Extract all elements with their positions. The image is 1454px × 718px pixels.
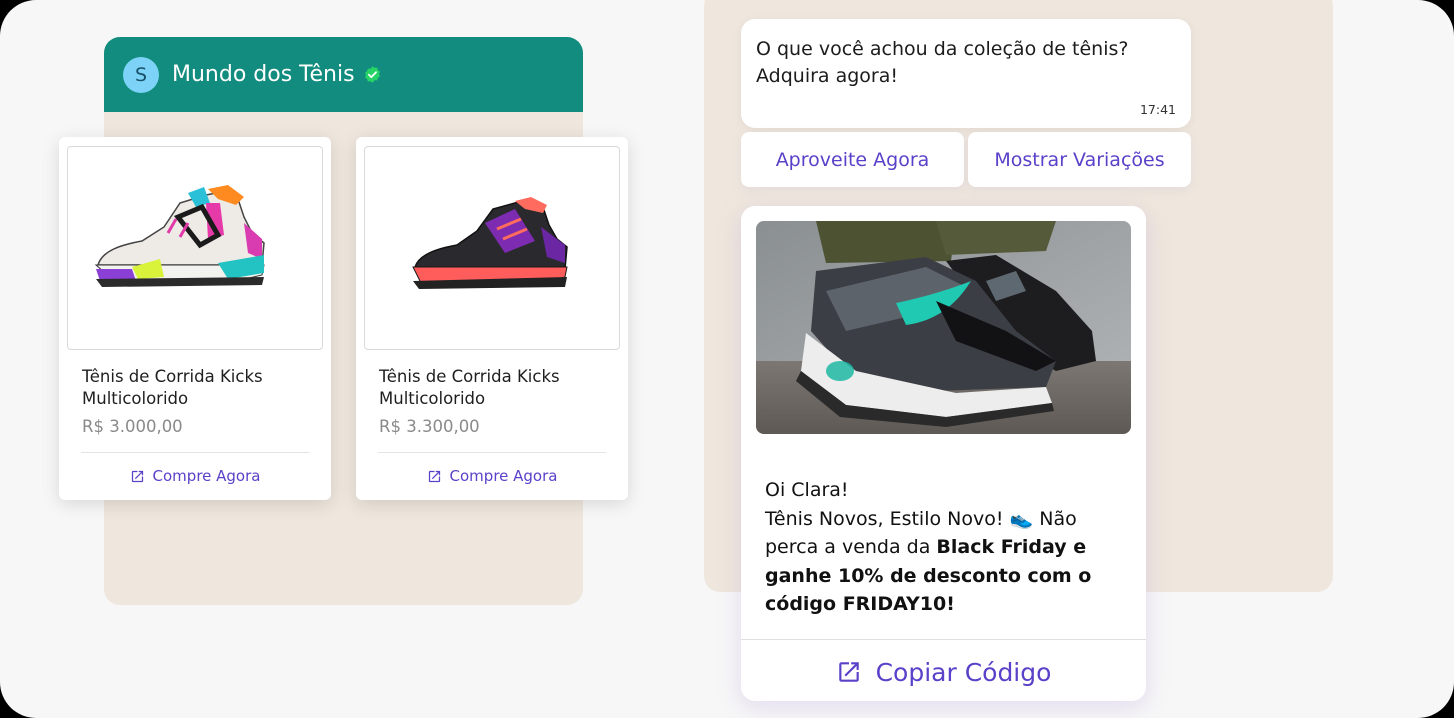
chat-title: Mundo dos Tênis [172, 62, 355, 87]
divider [741, 639, 1146, 640]
external-link-icon [838, 662, 859, 682]
buy-now-button[interactable]: Compre Agora [356, 465, 628, 487]
external-link-icon [428, 470, 440, 482]
external-link-icon [131, 470, 143, 482]
product-card[interactable]: Tênis de Corrida Kicks Multicolorido R$ … [356, 137, 628, 500]
quick-reply-button[interactable]: Mostrar Variações [968, 132, 1191, 187]
avatar[interactable]: S [123, 56, 159, 93]
message-bubble: O que você achou da coleção de tênis? Ad… [741, 19, 1191, 128]
sneaker-image [94, 185, 265, 287]
sneaker-photo [756, 221, 1131, 434]
chat-header: S Mundo dos Tênis [104, 37, 583, 112]
divider [81, 452, 309, 453]
buy-now-label: Compre Agora [152, 467, 261, 485]
promo-image[interactable] [756, 221, 1131, 434]
app-frame: S Mundo dos Tênis Tênis de Corrida Kicks… [0, 0, 1454, 718]
product-name: Tênis de Corrida Kicks Multicolorido [379, 367, 560, 408]
product-card[interactable]: Tênis de Corrida Kicks Multicolorido R$ … [59, 137, 331, 500]
copy-code-button[interactable]: Copiar Código [741, 652, 1146, 692]
shoe-emoji-icon: 👟 [1009, 507, 1034, 530]
promo-card: Oi Clara! Tênis Novos, Estilo Novo! 👟 Nã… [741, 206, 1146, 701]
product-price: R$ 3.000,00 [82, 417, 183, 436]
sneaker-image [412, 197, 568, 289]
product-image[interactable] [364, 146, 620, 350]
promo-line: Tênis Novos, Estilo Novo! [765, 507, 1010, 530]
divider [378, 452, 606, 453]
promo-message: Oi Clara! Tênis Novos, Estilo Novo! 👟 Nã… [765, 476, 1110, 619]
message-time: 17:41 [1139, 102, 1176, 117]
verified-check-icon [364, 66, 380, 83]
product-name: Tênis de Corrida Kicks Multicolorido [82, 367, 263, 408]
product-image[interactable] [67, 146, 323, 350]
buy-now-button[interactable]: Compre Agora [59, 465, 331, 487]
message-text: O que você achou da coleção de tênis? Ad… [756, 38, 1129, 87]
quick-reply-button[interactable]: Aproveite Agora [741, 132, 964, 187]
product-price: R$ 3.300,00 [379, 417, 480, 436]
buy-now-label: Compre Agora [449, 467, 558, 485]
copy-code-label: Copiar Código [875, 657, 1052, 687]
promo-greeting: Oi Clara! [765, 479, 849, 501]
